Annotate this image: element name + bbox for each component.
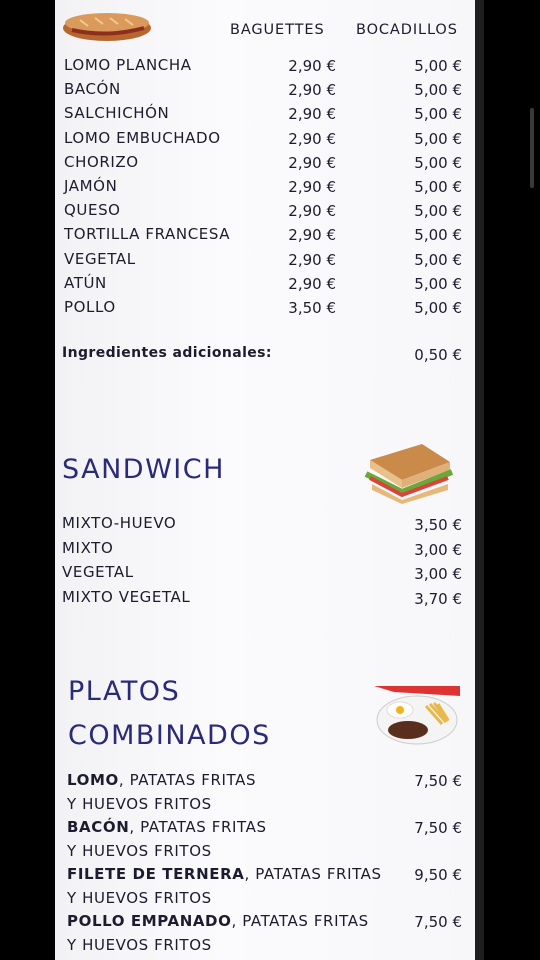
sandwich-title: SANDWICH — [62, 454, 225, 485]
baguette-price: 2,90 € — [288, 250, 336, 269]
plato-price: 7,50 € — [414, 913, 462, 931]
extras-label: Ingredientes adicionales: — [62, 345, 272, 361]
sandwich-item-name: MIXTO-HUEVO — [62, 514, 177, 532]
plato-sides: , PATATAS FRITAS — [129, 818, 267, 836]
plato-sides: , PATATAS FRITAS — [244, 865, 382, 883]
bocadillo-name: CHORIZO — [64, 152, 139, 171]
bocadillo-price: 5,00 € — [414, 57, 462, 75]
bocadillo-price: 5,00 € — [414, 202, 462, 221]
bocadillo-price: 5,00 € — [414, 226, 462, 245]
bocadillo-price: 5,00 € — [414, 178, 462, 196]
page-edge — [475, 0, 484, 960]
bocadillo-name: ATÚN — [64, 273, 107, 292]
bocadillo-price: 5,00 € — [414, 81, 462, 100]
bocadillo-price: 5,00 € — [414, 250, 462, 269]
plato-price: 7,50 € — [414, 772, 462, 790]
plato-price: 7,50 € — [414, 819, 462, 837]
sandwich-item-price: 3,00 € — [414, 565, 462, 583]
sandwich-item-price: 3,70 € — [414, 589, 462, 608]
bocadillo-price: 5,00 € — [414, 105, 462, 124]
bocadillo-name: JAMÓN — [64, 177, 118, 195]
baguette-price: 2,90 € — [288, 57, 336, 75]
plato-sides: , PATATAS FRITAS — [231, 912, 369, 930]
sandwich-item-name: MIXTO — [62, 538, 114, 557]
plato-main: FILETE DE TERNERA — [67, 865, 245, 883]
bocadillo-name: BACÓN — [64, 80, 121, 99]
header-bocadillos: BOCADILLOS — [356, 22, 458, 38]
bocadillo-price: 5,00 € — [414, 274, 462, 293]
plato-line2: Y HUEVOS FRITOS — [67, 889, 212, 907]
plato-main: POLLO EMPANADO — [67, 912, 232, 930]
plato-line2: Y HUEVOS FRITOS — [67, 936, 212, 954]
plato-line1: POLLO EMPANADO, PATATAS FRITAS — [67, 912, 369, 930]
baguette-price: 2,90 € — [288, 202, 336, 221]
platos-title-line1: PLATOS — [68, 676, 181, 707]
plato-line2: Y HUEVOS FRITOS — [67, 842, 212, 860]
bocadillo-name: LOMO PLANCHA — [64, 56, 192, 74]
bocadillo-name: QUESO — [64, 201, 121, 220]
baguette-price: 2,90 € — [288, 153, 336, 172]
sandwich-item-name: VEGETAL — [62, 563, 134, 581]
bocadillo-price: 5,00 € — [414, 129, 462, 148]
plato-main: LOMO — [67, 771, 119, 789]
bocadillo-price: 5,00 € — [414, 153, 462, 172]
sandwich-item-price: 3,50 € — [414, 516, 462, 534]
plato-sides: , PATATAS FRITAS — [118, 771, 257, 789]
bocadillo-price: 5,00 € — [414, 299, 462, 317]
baguette-price: 2,90 € — [288, 105, 336, 124]
sandwich-item-name: MIXTO VEGETAL — [62, 587, 191, 606]
plato-line2: Y HUEVOS FRITOS — [67, 795, 212, 813]
baguette-price: 2,90 € — [288, 129, 336, 148]
header-baguettes: BAGUETTES — [230, 22, 325, 38]
bocadillo-name: POLLO — [64, 298, 116, 316]
baguette-price: 2,90 € — [288, 178, 336, 196]
plato-line1: BACÓN, PATATAS FRITAS — [67, 818, 267, 836]
baguette-price: 3,50 € — [288, 299, 336, 317]
platos-title-line2: COMBINADOS — [68, 720, 271, 751]
baguette-price: 2,90 € — [288, 226, 336, 245]
plato-main: BACÓN — [67, 818, 130, 836]
phone-edge-mark — [530, 108, 534, 188]
plato-line1: FILETE DE TERNERA, PATATAS FRITAS — [67, 865, 382, 883]
bocadillo-name: VEGETAL — [64, 249, 136, 268]
bocadillo-name: SALCHICHÓN — [64, 104, 170, 123]
sandwich-item-price: 3,00 € — [414, 540, 462, 559]
plato-line1: LOMO, PATATAS FRITAS — [67, 771, 256, 789]
sandwich-icon — [364, 444, 454, 504]
bocadillo-name: LOMO EMBUCHADO — [64, 128, 221, 147]
baguette-icon — [63, 13, 151, 41]
bocadillo-name: TORTILLA FRANCESA — [64, 225, 231, 244]
plate-icon — [374, 686, 460, 745]
baguette-price: 2,90 € — [288, 274, 336, 293]
baguette-price: 2,90 € — [288, 81, 336, 100]
plato-price: 9,50 € — [414, 866, 462, 884]
extras-price: 0,50 € — [414, 346, 462, 364]
